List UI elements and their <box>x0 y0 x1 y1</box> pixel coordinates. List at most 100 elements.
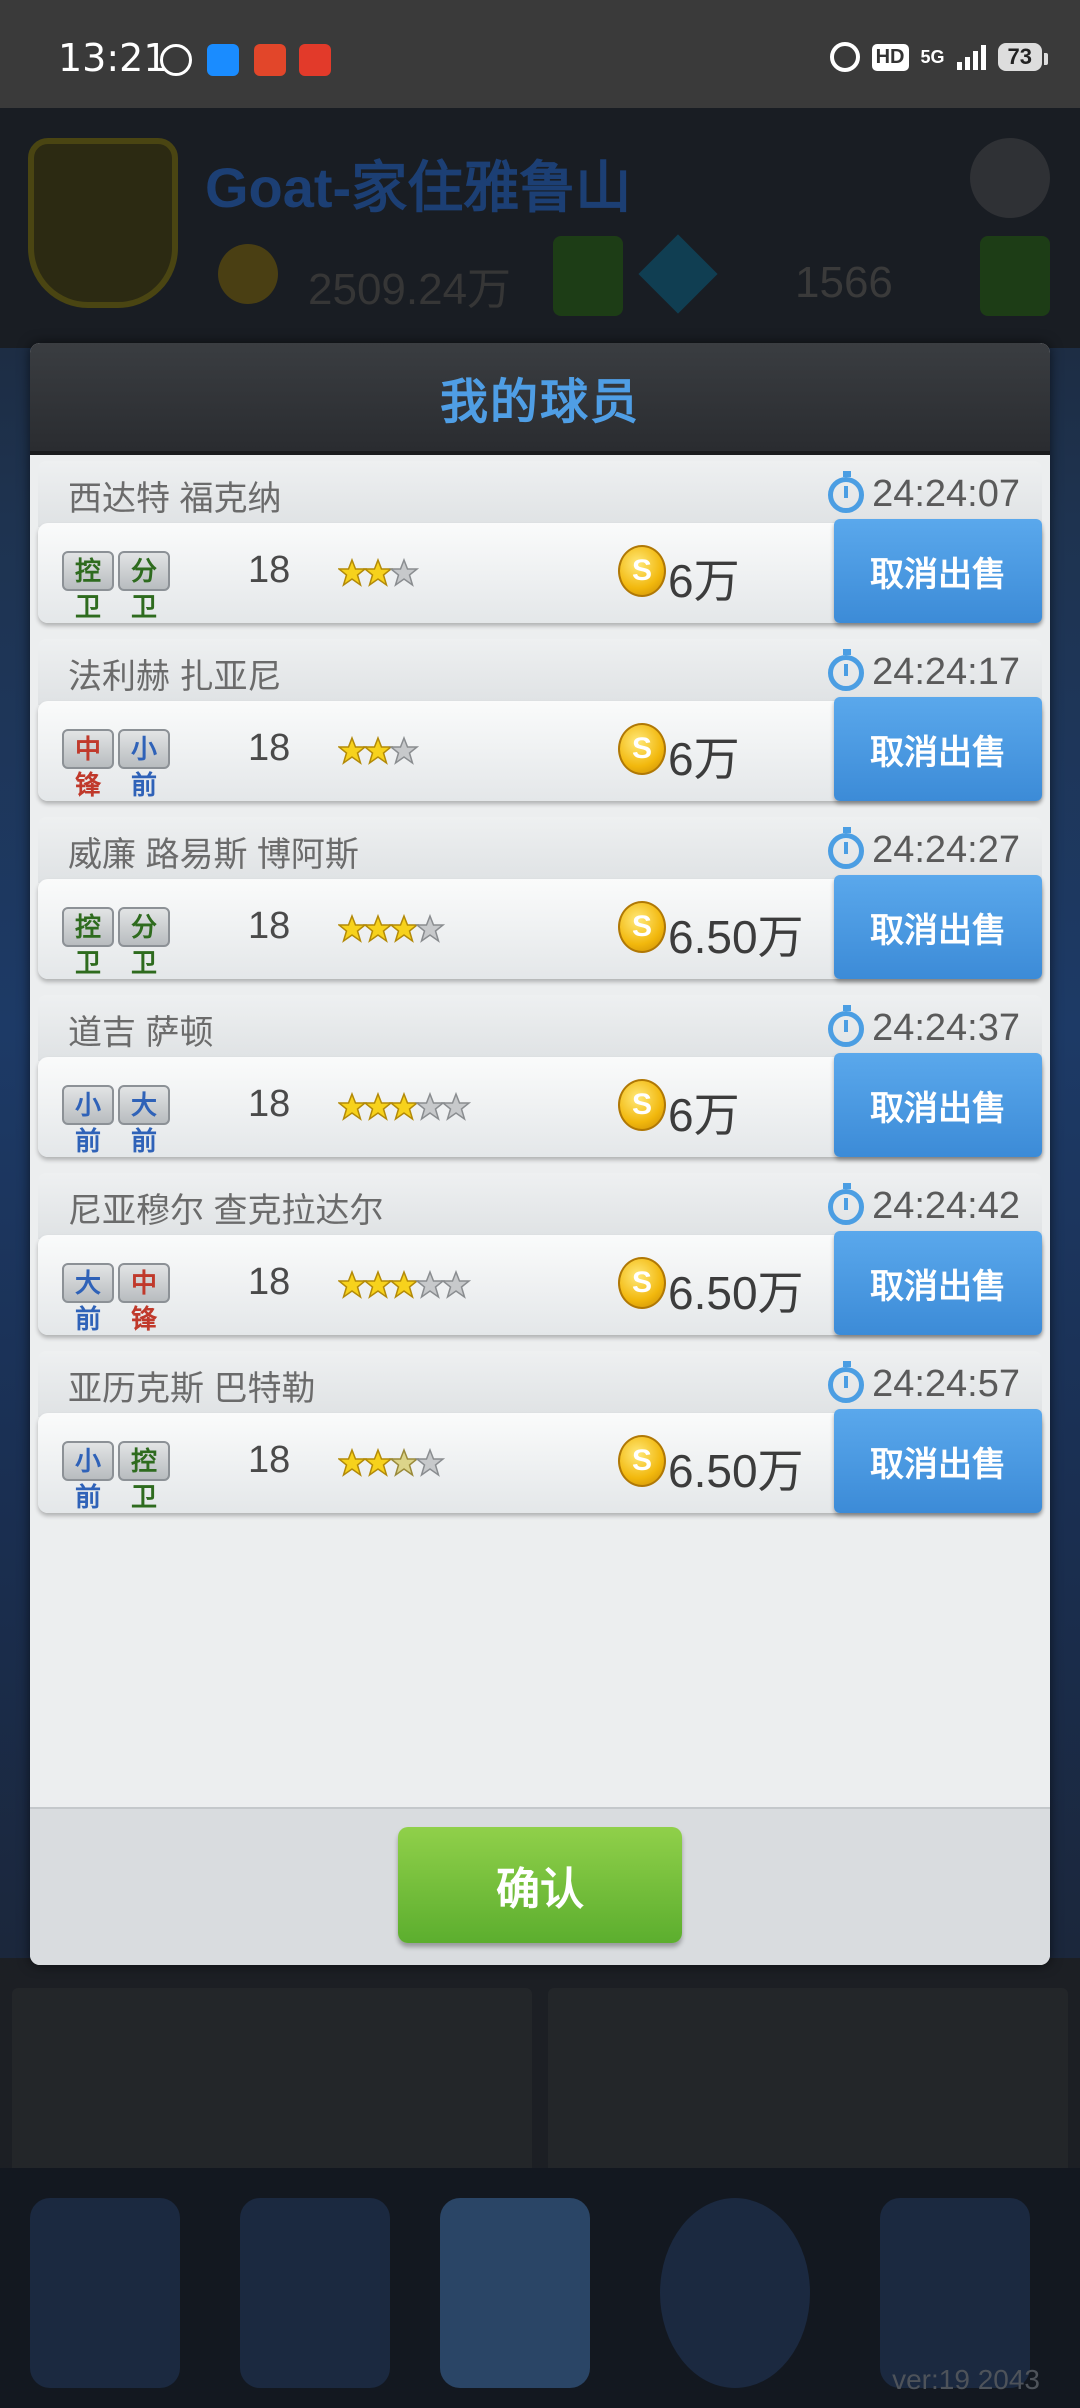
player-item: 道吉 萨顿 24:24:37 小前 大前 18 S 6万 取消出售 <box>38 995 1042 1173</box>
timer-value: 24:24:37 <box>872 1007 1020 1049</box>
player-item: 亚历克斯 巴特勒 24:24:57 小前 控卫 18 S 6.50万 取消出售 <box>38 1351 1042 1529</box>
star-icon <box>388 557 420 587</box>
cancel-sale-button[interactable]: 取消出售 <box>834 1053 1042 1157</box>
star-rating-icon <box>338 557 420 587</box>
sale-timer: 24:24:07 <box>828 470 1020 516</box>
star-icon <box>362 1447 394 1477</box>
stopwatch-icon <box>828 648 865 691</box>
add-coins-button <box>553 236 623 316</box>
player-name: 法利赫 扎亚尼 <box>68 658 282 696</box>
sale-timer: 24:24:27 <box>828 826 1020 872</box>
player-header: 法利赫 扎亚尼 24:24:17 <box>38 639 1042 705</box>
position-badge: 中锋 <box>118 1263 170 1334</box>
cancel-sale-button[interactable]: 取消出售 <box>834 1231 1042 1335</box>
timer-value: 24:24:27 <box>872 829 1020 871</box>
player-age: 18 <box>248 727 291 769</box>
timer-value: 24:24:42 <box>872 1185 1020 1227</box>
star-icon <box>440 1269 472 1299</box>
app-notification-icon <box>207 44 239 76</box>
player-age: 18 <box>248 1261 291 1303</box>
stopwatch-icon <box>828 1004 865 1047</box>
player-row: 中锋 小前 18 S 6万 取消出售 <box>38 697 1042 801</box>
star-rating-icon <box>338 1447 446 1477</box>
position-badge: 控卫 <box>62 551 114 622</box>
position-badge: 分卫 <box>118 907 170 978</box>
coin-icon: S <box>618 545 666 597</box>
player-row: 小前 控卫 18 S 6.50万 取消出售 <box>38 1409 1042 1513</box>
star-icon <box>414 1091 446 1121</box>
position-badge: 控卫 <box>62 907 114 978</box>
nav-yen-icon <box>240 2198 390 2388</box>
coin-icon <box>218 244 278 304</box>
status-bar: 13:21 HD 5G 73 <box>0 0 1080 108</box>
dialog-footer: 确认 <box>30 1807 1050 1965</box>
timer-value: 24:24:07 <box>872 473 1020 515</box>
nav-center-icon <box>440 2198 590 2388</box>
gems-balance: 1566 <box>795 258 893 307</box>
sale-timer: 24:24:37 <box>828 1004 1020 1050</box>
game-header: Goat-家住雅鲁山 2509.24万 1566 <box>0 108 1080 348</box>
player-item: 尼亚穆尔 查克拉达尔 24:24:42 大前 中锋 18 S 6.50万 取消出售 <box>38 1173 1042 1351</box>
sale-price: 6.50万 <box>668 911 804 963</box>
star-rating-icon <box>338 913 446 943</box>
star-icon <box>388 735 420 765</box>
star-icon <box>388 1447 420 1477</box>
star-icon <box>338 1447 368 1477</box>
star-icon <box>388 913 420 943</box>
position-badge: 小前 <box>118 729 170 800</box>
star-rating-icon <box>338 735 420 765</box>
player-item: 法利赫 扎亚尼 24:24:17 中锋 小前 18 S 6万 取消出售 <box>38 639 1042 817</box>
status-indicators: HD 5G 73 <box>829 42 1049 72</box>
player-header: 尼亚穆尔 查克拉达尔 24:24:42 <box>38 1173 1042 1239</box>
player-item: 西达特 福克纳 24:24:07 控卫 分卫 18 S 6万 取消出售 <box>38 461 1042 639</box>
app-notification-icon <box>160 44 192 76</box>
player-header: 西达特 福克纳 24:24:07 <box>38 461 1042 527</box>
position-badge: 小前 <box>62 1085 114 1156</box>
coin-icon: S <box>618 901 666 953</box>
star-icon <box>414 1447 446 1477</box>
app-notification-icon <box>254 44 286 76</box>
coin-icon: S <box>618 723 666 775</box>
star-icon <box>338 735 368 765</box>
player-row: 控卫 分卫 18 S 6.50万 取消出售 <box>38 875 1042 979</box>
bottom-nav: ver:19 2043 <box>0 2168 1080 2408</box>
player-list: 西达特 福克纳 24:24:07 控卫 分卫 18 S 6万 取消出售 法利赫 扎亚尼 24:24… <box>38 461 1042 1529</box>
player-age: 18 <box>248 549 291 591</box>
star-icon <box>362 735 394 765</box>
coin-icon: S <box>618 1079 666 1131</box>
position-badge: 小前 <box>62 1441 114 1512</box>
hd-icon: HD <box>871 43 909 71</box>
sale-price: 6万 <box>668 1089 740 1141</box>
position-badge: 中锋 <box>62 729 114 800</box>
diamond-icon <box>638 234 718 314</box>
stopwatch-icon <box>828 826 865 869</box>
nav-globe-icon <box>660 2198 810 2388</box>
star-icon <box>388 1269 420 1299</box>
battery-icon: 73 <box>997 43 1049 71</box>
player-item: 威廉 路易斯 博阿斯 24:24:27 控卫 分卫 18 S 6.50万 取消出售 <box>38 817 1042 995</box>
player-header: 亚历克斯 巴特勒 24:24:57 <box>38 1351 1042 1417</box>
star-icon <box>338 1269 368 1299</box>
sale-price: 6.50万 <box>668 1445 804 1497</box>
cancel-sale-button[interactable]: 取消出售 <box>834 875 1042 979</box>
cancel-sale-button[interactable]: 取消出售 <box>834 519 1042 623</box>
sale-price: 6万 <box>668 733 740 785</box>
sale-timer: 24:24:17 <box>828 648 1020 694</box>
status-time: 13:21 <box>58 36 168 80</box>
star-rating-icon <box>338 1269 472 1299</box>
star-icon <box>388 1091 420 1121</box>
stopwatch-icon <box>828 1360 865 1403</box>
player-header: 道吉 萨顿 24:24:37 <box>38 995 1042 1061</box>
sale-timer: 24:24:57 <box>828 1360 1020 1406</box>
cancel-sale-button[interactable]: 取消出售 <box>834 697 1042 801</box>
confirm-button[interactable]: 确认 <box>398 1827 682 1943</box>
star-icon <box>362 557 394 587</box>
dialog-title: 我的球员 <box>439 376 640 429</box>
star-icon <box>362 1091 394 1121</box>
star-icon <box>338 1091 368 1121</box>
cancel-sale-button[interactable]: 取消出售 <box>834 1409 1042 1513</box>
version-label: ver:19 2043 <box>892 2364 1040 2395</box>
player-name: 亚历克斯 巴特勒 <box>68 1370 316 1408</box>
position-badge: 控卫 <box>118 1441 170 1512</box>
stopwatch-icon <box>828 1182 865 1225</box>
